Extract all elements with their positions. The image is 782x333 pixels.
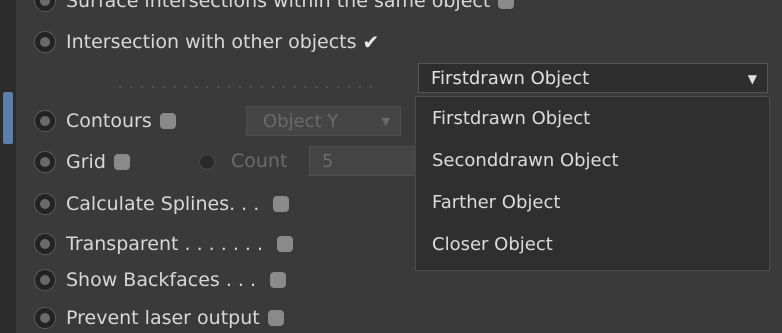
keyframe-radio-icon[interactable]	[34, 151, 56, 173]
row-label: Contours	[66, 110, 152, 132]
separator-dots: . . . . . . . . . . . . . . . . . . . . …	[118, 76, 375, 92]
count-input[interactable]: 5	[309, 146, 414, 176]
menu-item-closer[interactable]: Closer Object	[416, 223, 769, 265]
transparent-checkbox[interactable]	[277, 236, 294, 252]
surface-intersections-checkbox[interactable]	[498, 0, 515, 9]
keyframe-radio-icon[interactable]	[34, 233, 56, 255]
count-value: 5	[322, 150, 334, 172]
count-label: Count	[231, 150, 288, 172]
keyframe-radio-icon[interactable]	[34, 193, 56, 215]
row-label: Intersection with other objects	[66, 31, 357, 53]
checkmark-icon[interactable]: ✔	[363, 30, 380, 54]
row-label: Surface intersections within the same ob…	[66, 0, 491, 12]
row-calculate-splines: Calculate Splines. . .	[34, 189, 290, 219]
intersection-mode-dropdown[interactable]: Firstdrawn Object ▼	[418, 63, 768, 93]
row-label: Transparent . . . . . . .	[66, 233, 264, 255]
keyframe-radio-icon[interactable]	[34, 0, 56, 12]
row-label: Show Backfaces . . .	[66, 269, 257, 291]
menu-item-farther[interactable]: Farther Object	[416, 181, 769, 223]
contours-axis-dropdown[interactable]: Object Y ▼	[246, 106, 401, 136]
left-edge-strip	[0, 0, 16, 333]
row-label: Calculate Splines. . .	[66, 193, 260, 215]
left-tab-indicator[interactable]	[3, 92, 13, 144]
row-show-backfaces: Show Backfaces . . .	[34, 265, 287, 295]
menu-item-seconddrawn[interactable]: Seconddrawn Object	[416, 139, 769, 181]
keyframe-radio-icon[interactable]	[34, 31, 56, 53]
chevron-down-icon: ▼	[747, 72, 757, 86]
count-keyframe-radio-icon[interactable]	[199, 154, 215, 170]
row-prevent-laser-output: Prevent laser output	[34, 303, 284, 333]
keyframe-radio-icon[interactable]	[34, 110, 56, 132]
row-contours: Contours	[34, 106, 176, 136]
row-label: Grid	[66, 151, 106, 173]
row-label: Prevent laser output	[66, 307, 260, 329]
keyframe-radio-icon[interactable]	[34, 269, 56, 291]
row-transparent: Transparent . . . . . . .	[34, 229, 294, 259]
chevron-down-icon: ▼	[381, 115, 390, 128]
dropdown-selected-value: Firstdrawn Object	[431, 67, 590, 89]
keyframe-radio-icon[interactable]	[34, 307, 56, 329]
grid-checkbox[interactable]	[113, 154, 130, 170]
row-grid: Grid	[34, 147, 130, 177]
contours-checkbox[interactable]	[159, 113, 176, 129]
row-intersection-other-objects: Intersection with other objects ✔	[34, 27, 379, 57]
row-surface-intersections: Surface intersections within the same ob…	[34, 0, 515, 16]
show-backfaces-checkbox[interactable]	[270, 272, 287, 288]
contours-axis-value: Object Y	[263, 110, 339, 132]
intersection-mode-menu: Firstdrawn Object Seconddrawn Object Far…	[415, 96, 770, 271]
prevent-laser-checkbox[interactable]	[267, 310, 284, 326]
menu-item-firstdrawn[interactable]: Firstdrawn Object	[416, 97, 769, 139]
calculate-splines-checkbox[interactable]	[273, 196, 290, 212]
